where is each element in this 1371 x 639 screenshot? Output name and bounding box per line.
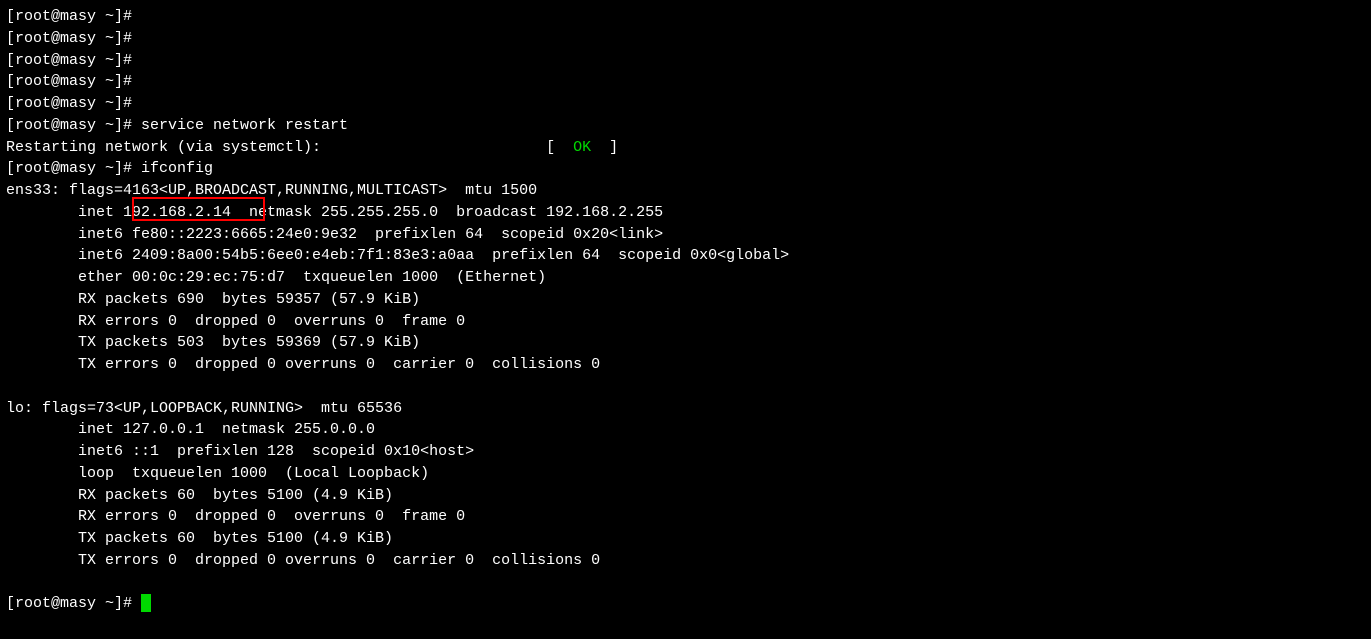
restart-output: Restarting network (via systemctl): [ OK… [0,139,618,156]
ens33-inet6-global: inet6 2409:8a00:54b5:6ee0:e4eb:7f1:83e3:… [0,247,789,264]
prompt-line: [root@masy ~]# [0,73,132,90]
ens33-ether: ether 00:0c:29:ec:75:d7 txqueuelen 1000 … [0,269,546,286]
prompt-line: [root@masy ~]# [0,8,132,25]
lo-header: lo: flags=73<UP,LOOPBACK,RUNNING> mtu 65… [0,400,402,417]
blank-line [0,574,15,591]
blank-line [0,378,15,395]
lo-rx-packets: RX packets 60 bytes 5100 (4.9 KiB) [0,487,393,504]
ens33-tx-errors: TX errors 0 dropped 0 overruns 0 carrier… [0,356,600,373]
prompt-line: [root@masy ~]# [0,30,132,47]
prompt-text: [root@masy ~]# [6,595,141,612]
ens33-inet: inet 192.168.2.14 netmask 255.255.255.0 … [0,204,663,221]
prompt-line: [root@masy ~]# [0,52,132,69]
ens33-header: ens33: flags=4163<UP,BROADCAST,RUNNING,M… [0,182,537,199]
terminal-cursor [141,594,151,612]
ok-status: OK [573,139,591,156]
ens33-tx-packets: TX packets 503 bytes 59369 (57.9 KiB) [0,334,420,351]
prompt-cursor-line[interactable]: [root@masy ~]# [0,595,151,612]
lo-tx-errors: TX errors 0 dropped 0 overruns 0 carrier… [0,552,600,569]
ens33-inet6-link: inet6 fe80::2223:6665:24e0:9e32 prefixle… [0,226,663,243]
ens33-rx-errors: RX errors 0 dropped 0 overruns 0 frame 0 [0,313,465,330]
restart-text: Restarting network (via systemctl): [ [6,139,573,156]
prompt-line: [root@masy ~]# [0,95,132,112]
terminal-output[interactable]: [root@masy ~]# [root@masy ~]# [root@masy… [0,6,1371,615]
ens33-rx-packets: RX packets 690 bytes 59357 (57.9 KiB) [0,291,420,308]
command-service-restart: [root@masy ~]# service network restart [0,117,348,134]
lo-rx-errors: RX errors 0 dropped 0 overruns 0 frame 0 [0,508,465,525]
lo-loop: loop txqueuelen 1000 (Local Loopback) [0,465,429,482]
restart-end: ] [591,139,618,156]
command-ifconfig: [root@masy ~]# ifconfig [0,160,213,177]
lo-tx-packets: TX packets 60 bytes 5100 (4.9 KiB) [0,530,393,547]
lo-inet: inet 127.0.0.1 netmask 255.0.0.0 [0,421,375,438]
lo-inet6: inet6 ::1 prefixlen 128 scopeid 0x10<hos… [0,443,474,460]
